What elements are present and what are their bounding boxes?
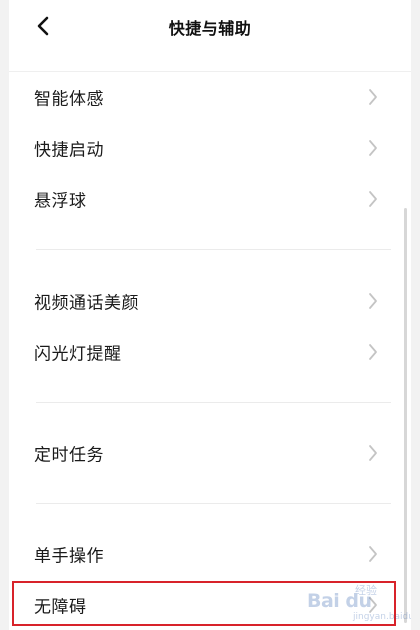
chevron-right-icon (369, 344, 377, 360)
menu-item-floating-ball[interactable]: 悬浮球 (9, 174, 411, 224)
menu-item-label: 视频通话美颜 (34, 293, 139, 314)
menu-item-label: 定时任务 (34, 445, 104, 466)
menu-item-label: 悬浮球 (34, 191, 87, 212)
chevron-right-icon (369, 597, 377, 613)
chevron-right-icon (369, 293, 377, 309)
chevron-right-icon (369, 191, 377, 207)
menu-item-smart-motion[interactable]: 智能体感 (9, 72, 411, 122)
menu-item-label: 智能体感 (34, 89, 104, 110)
scrollbar[interactable] (404, 208, 407, 623)
menu-item-one-handed-mode[interactable]: 单手操作 (9, 529, 411, 579)
menu-item-label: 闪光灯提醒 (34, 344, 122, 365)
chevron-right-icon (369, 140, 377, 156)
group-divider (36, 249, 391, 250)
chevron-right-icon (369, 546, 377, 562)
settings-screen: 快捷与辅助 智能体感 快捷启动 悬浮球 视频通话美颜 闪光灯提醒 定时任务 单手… (9, 0, 411, 630)
menu-item-accessibility[interactable]: 无障碍 (9, 580, 411, 630)
page-title: 快捷与辅助 (168, 19, 252, 38)
group-divider (36, 402, 391, 403)
group-divider (36, 503, 391, 504)
chevron-right-icon (369, 445, 377, 461)
menu-item-video-call-beauty[interactable]: 视频通话美颜 (9, 276, 411, 326)
menu-item-label: 无障碍 (34, 597, 87, 618)
menu-item-label: 快捷启动 (34, 140, 104, 161)
menu-item-quick-launch[interactable]: 快捷启动 (9, 123, 411, 173)
header: 快捷与辅助 (9, 0, 411, 72)
menu-item-label: 单手操作 (34, 546, 104, 567)
menu-item-scheduled-tasks[interactable]: 定时任务 (9, 428, 411, 478)
chevron-right-icon (369, 89, 377, 105)
menu-item-flash-alert[interactable]: 闪光灯提醒 (9, 327, 411, 377)
